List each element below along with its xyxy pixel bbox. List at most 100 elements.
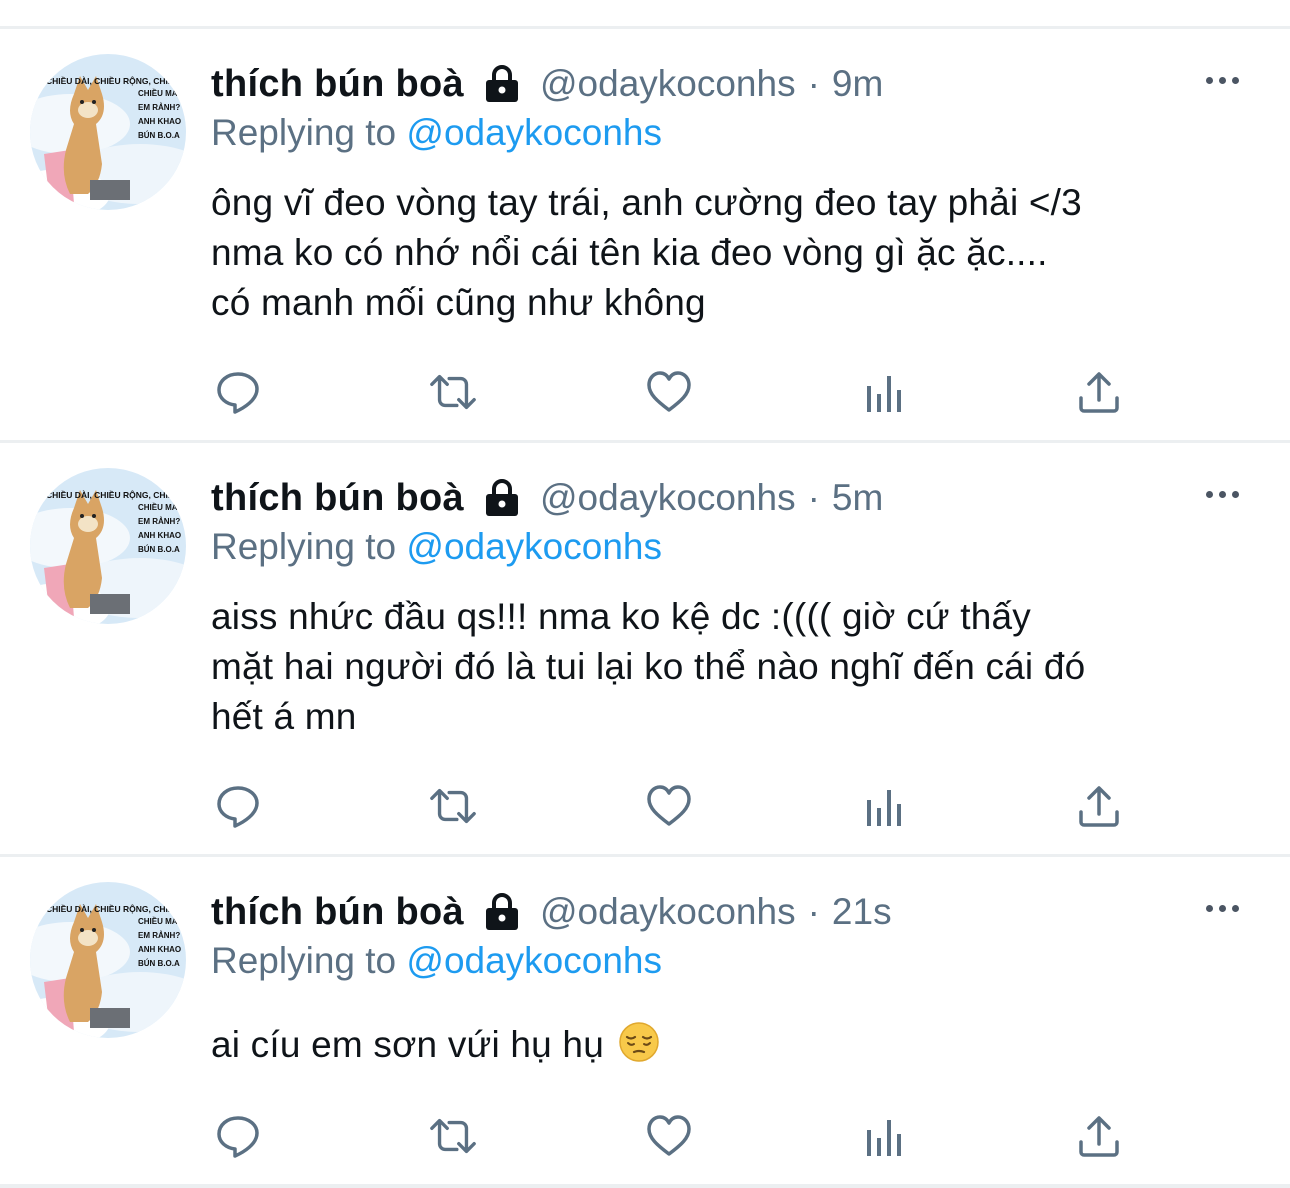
analytics-bars-icon <box>867 376 901 412</box>
tweet-text-line: nma ko có nhớ nổi cái tên kia đeo vòng g… <box>211 232 1048 273</box>
share-button[interactable] <box>1074 1112 1124 1160</box>
share-upload-icon <box>1079 372 1119 413</box>
replying-to: Replying to @odaykoconhs <box>211 940 662 982</box>
retweet-icon <box>430 374 476 410</box>
tweet-actions <box>0 782 1290 830</box>
avatar-caption: ANH KHAO <box>138 117 181 126</box>
lock-icon <box>484 479 520 517</box>
lock-icon <box>484 893 520 931</box>
avatar[interactable]: CHIỀU DÀI, CHIỀU RỘNG, CHIỀU CHIỀU MA EM… <box>30 468 186 624</box>
replying-prefix: Replying to <box>211 112 397 153</box>
avatar[interactable]: CHIỀU DÀI, CHIỀU RỘNG, CHIỀU CHIỀU MA EM… <box>30 54 186 210</box>
analytics-bars-icon <box>867 790 901 826</box>
avatar-caption: EM RẢNH? <box>138 517 180 526</box>
replying-to: Replying to @odaykoconhs <box>211 112 662 154</box>
display-name[interactable]: thích bún boà <box>211 63 464 106</box>
divider <box>0 440 1290 443</box>
avatar-caption: CHIỀU MA <box>138 502 178 512</box>
like-button[interactable] <box>644 782 694 830</box>
display-name[interactable]: thích bún boà <box>211 477 464 520</box>
retweet-icon <box>430 1118 476 1154</box>
reply-button[interactable] <box>213 1112 263 1160</box>
replying-prefix: Replying to <box>211 526 397 567</box>
share-button[interactable] <box>1074 782 1124 830</box>
heart-icon <box>647 785 691 826</box>
divider <box>0 854 1290 857</box>
avatar-caption: BÚN B.O.A <box>138 131 180 140</box>
avatar-caption: CHIỀU DÀI, CHIỀU RỘNG, CHIỀU <box>46 903 180 914</box>
avatar-caption: BÚN B.O.A <box>138 959 180 968</box>
tweet-header: thích bún boà @odaykoconhs · 5m <box>211 472 883 524</box>
more-horizontal-icon[interactable] <box>1206 77 1239 84</box>
mention-link[interactable]: @odaykoconhs <box>406 526 662 567</box>
share-upload-icon <box>1079 786 1119 827</box>
avatar-caption: ANH KHAO <box>138 945 181 954</box>
avatar-caption: BÚN B.O.A <box>138 545 180 554</box>
tweet-actions <box>0 1112 1290 1160</box>
reply-button[interactable] <box>213 368 263 416</box>
retweet-icon <box>430 788 476 824</box>
avatar-caption: CHIỀU MA <box>138 88 178 98</box>
share-button[interactable] <box>1074 368 1124 416</box>
like-button[interactable] <box>644 368 694 416</box>
retweet-button[interactable] <box>428 782 478 830</box>
tweet-text-line: có manh mối cũng như không <box>211 282 706 323</box>
avatar-image: CHIỀU DÀI, CHIỀU RỘNG, CHIỀU CHIỀU MA EM… <box>30 54 186 210</box>
avatar[interactable]: CHIỀU DÀI, CHIỀU RỘNG, CHIỀU CHIỀU MA EM… <box>30 882 186 1038</box>
avatar-caption: ANH KHAO <box>138 531 181 540</box>
tweet-actions <box>0 368 1290 416</box>
replying-to: Replying to @odaykoconhs <box>211 526 662 568</box>
display-name[interactable]: thích bún boà <box>211 891 464 934</box>
divider <box>0 1184 1290 1188</box>
analytics-bars-icon <box>867 1120 901 1156</box>
separator-dot: · <box>807 891 820 932</box>
avatar-image: CHIỀU DÀI, CHIỀU RỘNG, CHIỀU CHIỀU MA EM… <box>30 468 186 624</box>
heart-icon <box>647 1115 691 1156</box>
pensive-face-emoji <box>618 1021 660 1076</box>
analytics-button[interactable] <box>860 368 910 416</box>
separator-dot: · <box>807 477 820 518</box>
tweet-header: thích bún boà @odaykoconhs · 21s <box>211 886 892 938</box>
more-horizontal-icon[interactable] <box>1206 905 1239 912</box>
replying-prefix: Replying to <box>211 940 397 981</box>
tweet-text-line: mặt hai người đó là tui lại ko thể nào n… <box>211 646 1086 687</box>
reply-bubble-icon <box>217 372 259 414</box>
timestamp[interactable]: 21s <box>832 891 892 933</box>
avatar-caption: EM RẢNH? <box>138 931 180 940</box>
analytics-button[interactable] <box>860 782 910 830</box>
separator-dot: · <box>807 63 820 104</box>
mention-link[interactable]: @odaykoconhs <box>406 112 662 153</box>
like-button[interactable] <box>644 1112 694 1160</box>
avatar-caption: CHIỀU MA <box>138 916 178 926</box>
tweet-header: thích bún boà @odaykoconhs · 9m <box>211 58 883 110</box>
avatar-caption: CHIỀU DÀI, CHIỀU RỘNG, CHIỀU <box>46 75 180 86</box>
divider <box>0 26 1290 29</box>
tweet-text-line: ai cíu em sơn vứi hụ hụ <box>211 1020 1271 1076</box>
tweet-text: ông vĩ đeo vòng tay trái, anh cường đeo … <box>211 178 1271 328</box>
avatar-caption: CHIỀU DÀI, CHIỀU RỘNG, CHIỀU <box>46 489 180 500</box>
mention-link[interactable]: @odaykoconhs <box>406 940 662 981</box>
handle[interactable]: @odaykoconhs <box>540 477 796 519</box>
tweet-text-line: aiss nhức đầu qs!!! nma ko kệ dc :(((( g… <box>211 596 1031 637</box>
retweet-button[interactable] <box>428 1112 478 1160</box>
analytics-button[interactable] <box>860 1112 910 1160</box>
reply-button[interactable] <box>213 782 263 830</box>
timestamp[interactable]: 9m <box>832 63 883 105</box>
more-horizontal-icon[interactable] <box>1206 491 1239 498</box>
heart-icon <box>647 371 691 412</box>
tweet-text: ai cíu em sơn vứi hụ hụ <box>211 1020 1271 1076</box>
tweet-text-line: hết á mn <box>211 696 357 737</box>
tweet-text: aiss nhức đầu qs!!! nma ko kệ dc :(((( g… <box>211 592 1271 742</box>
reply-bubble-icon <box>217 1116 259 1158</box>
timestamp[interactable]: 5m <box>832 477 883 519</box>
avatar-caption: EM RẢNH? <box>138 103 180 112</box>
lock-icon <box>484 65 520 103</box>
avatar-image: CHIỀU DÀI, CHIỀU RỘNG, CHIỀU CHIỀU MA EM… <box>30 882 186 1038</box>
handle[interactable]: @odaykoconhs <box>540 63 796 105</box>
handle[interactable]: @odaykoconhs <box>540 891 796 933</box>
retweet-button[interactable] <box>428 368 478 416</box>
share-upload-icon <box>1079 1116 1119 1157</box>
tweet-text-line-content: ai cíu em sơn vứi hụ hụ <box>211 1024 604 1065</box>
reply-bubble-icon <box>217 786 259 828</box>
tweet-text-line: ông vĩ đeo vòng tay trái, anh cường đeo … <box>211 182 1082 223</box>
